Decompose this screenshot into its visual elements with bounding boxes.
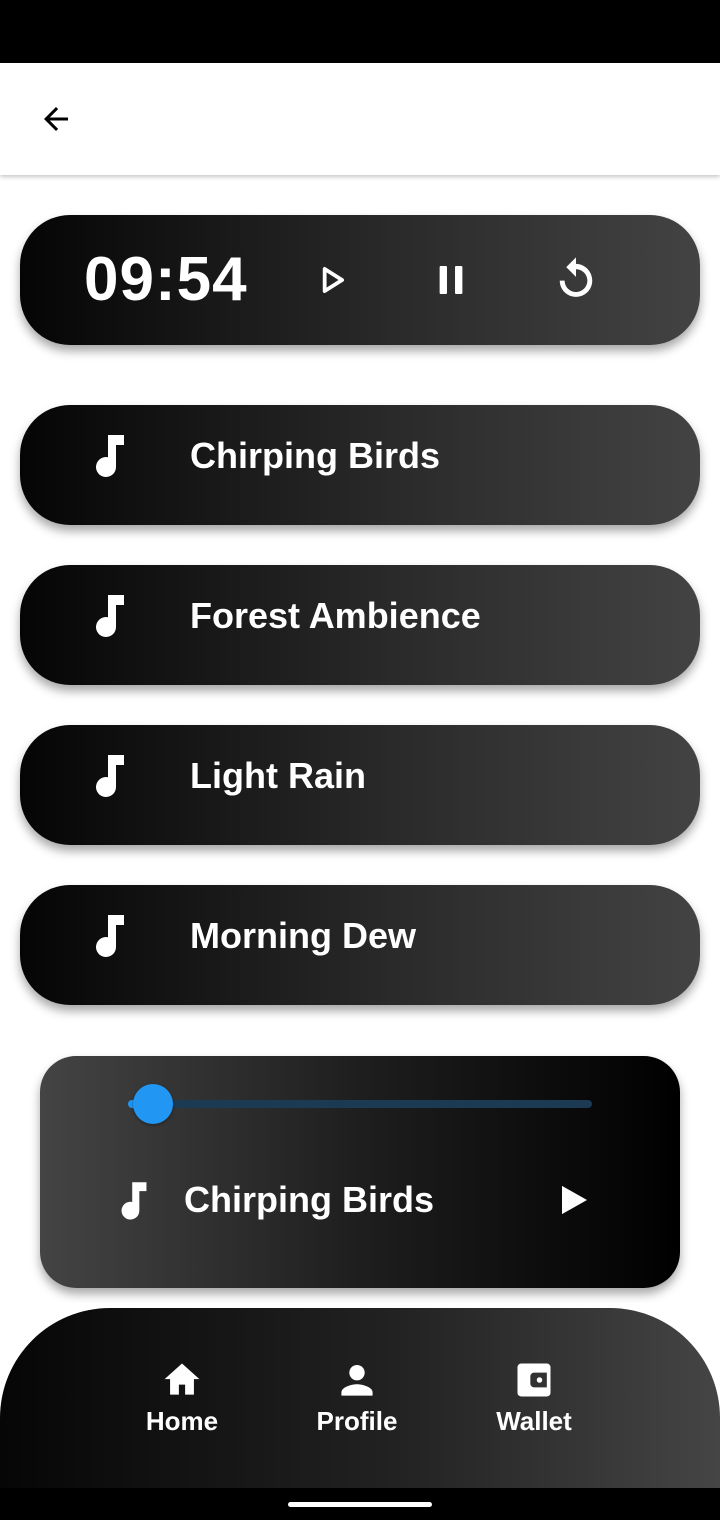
music-note-icon <box>96 915 124 957</box>
nav-item-label: Wallet <box>496 1406 572 1436</box>
nav-item-wallet[interactable]: Wallet <box>469 1358 599 1442</box>
home-indicator[interactable] <box>288 1502 432 1507</box>
sound-item-label: Morning Dew <box>190 915 416 956</box>
wallet-icon <box>517 1363 551 1397</box>
restart-icon <box>559 257 593 297</box>
sound-item-label: Forest Ambience <box>190 595 481 636</box>
timer-display: 09:54 <box>84 245 248 314</box>
pause-icon <box>439 266 463 294</box>
now-playing-play-button[interactable] <box>552 1180 592 1220</box>
back-button[interactable] <box>30 93 82 145</box>
music-note-icon <box>96 595 124 637</box>
timer-pause-button[interactable] <box>430 258 472 302</box>
play-outline-icon <box>322 267 344 293</box>
arrow-left-icon <box>44 107 68 131</box>
status-bar <box>0 0 720 63</box>
music-note-icon <box>96 755 124 797</box>
timer-play-button[interactable] <box>312 260 350 300</box>
now-playing-card <box>40 1056 680 1288</box>
music-note-icon <box>96 435 124 477</box>
nav-item-label: Home <box>145 1406 219 1436</box>
progress-slider[interactable] <box>128 1100 592 1108</box>
slider-thumb[interactable] <box>133 1084 173 1124</box>
timer-reset-button[interactable] <box>550 252 602 306</box>
home-icon <box>164 1363 200 1395</box>
now-playing-title: Chirping Birds <box>184 1179 434 1220</box>
music-note-icon <box>121 1182 147 1220</box>
sound-item-label: Light Rain <box>190 755 366 796</box>
nav-item-home[interactable]: Home <box>117 1358 247 1442</box>
person-icon <box>341 1364 373 1396</box>
sound-item-label: Chirping Birds <box>190 435 440 476</box>
play-icon <box>562 1185 587 1215</box>
nav-item-profile[interactable]: Profile <box>292 1358 422 1442</box>
app-bar <box>0 63 720 175</box>
nav-item-label: Profile <box>316 1406 398 1436</box>
